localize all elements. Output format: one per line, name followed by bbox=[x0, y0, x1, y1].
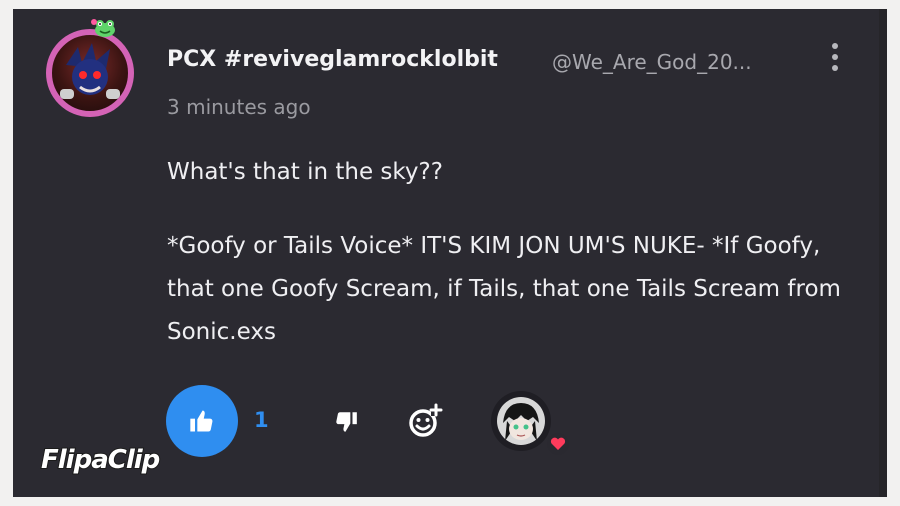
heart-icon bbox=[547, 433, 569, 455]
post-timestamp: 3 minutes ago bbox=[167, 95, 311, 119]
author-name[interactable]: PCX #reviveglamrocklolbit bbox=[167, 47, 498, 72]
user-avatar-icon bbox=[497, 397, 545, 445]
add-reaction-button[interactable] bbox=[407, 403, 443, 439]
flipaclip-watermark: FlipaClip bbox=[40, 444, 161, 476]
like-button[interactable] bbox=[166, 385, 238, 457]
scrollbar-track[interactable] bbox=[879, 9, 887, 497]
comment-body: What's that in the sky?? *Goofy or Tails… bbox=[167, 151, 867, 354]
frog-badge-icon bbox=[91, 18, 117, 38]
comment-card: PCX #reviveglamrocklolbit @We_Are_God_20… bbox=[13, 9, 887, 497]
author-avatar[interactable] bbox=[46, 19, 136, 119]
user-avatar-icon bbox=[46, 29, 134, 117]
author-handle[interactable]: @We_Are_God_20... bbox=[552, 50, 802, 74]
comment-paragraph: What's that in the sky?? bbox=[167, 159, 443, 185]
more-vertical-icon[interactable] bbox=[823, 39, 847, 75]
dislike-button[interactable] bbox=[331, 407, 361, 437]
comment-paragraph: *Goofy or Tails Voice* IT'S KIM JON UM'S… bbox=[167, 233, 841, 345]
thumbs-up-icon bbox=[190, 410, 213, 432]
add-reaction-icon bbox=[409, 403, 443, 437]
reactor-avatar[interactable] bbox=[491, 391, 551, 451]
thumbs-down-icon bbox=[336, 412, 357, 432]
like-count: 1 bbox=[254, 408, 269, 432]
